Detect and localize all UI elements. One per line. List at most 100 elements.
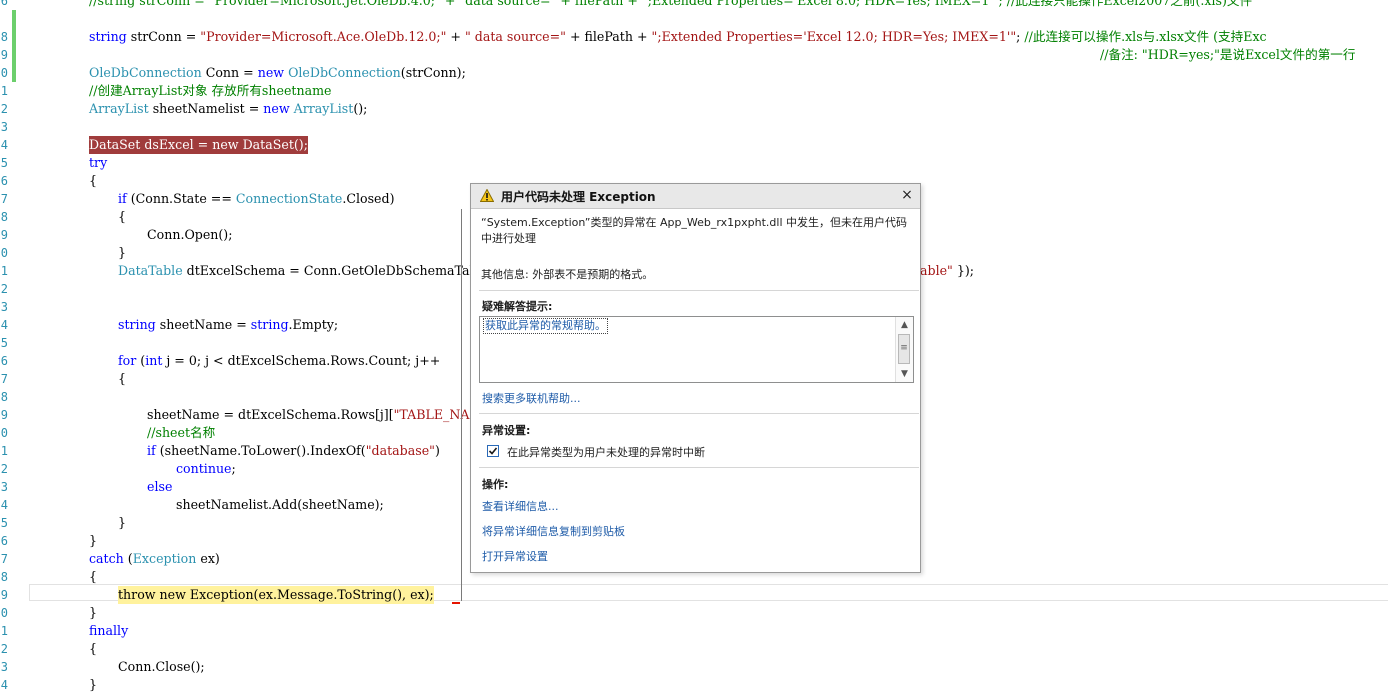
code-text: sheetNamelist.Add(sheetName); bbox=[176, 496, 384, 514]
divider bbox=[479, 290, 919, 291]
line-number: 0 bbox=[0, 606, 8, 620]
tips-scrollbar[interactable]: ▲ ≡ ▼ bbox=[895, 317, 913, 382]
break-on-unhandled-label[interactable]: 在此异常类型为用户未处理的异常时中断 bbox=[507, 444, 705, 460]
code-token: ArrayList bbox=[293, 101, 354, 116]
code-text: //备注: "HDR=yes;"是说Excel文件的第一行 bbox=[1100, 46, 1355, 64]
line-number: 4 bbox=[0, 498, 8, 512]
actions-title: 操作: bbox=[482, 478, 509, 491]
code-token: .Closed) bbox=[342, 191, 395, 206]
code-text: } bbox=[89, 532, 97, 550]
line-number: 9 bbox=[0, 588, 8, 602]
line-number: 2 bbox=[0, 282, 8, 296]
line-number: 4 bbox=[0, 678, 8, 692]
code-token: " data source=" bbox=[464, 29, 566, 44]
code-text: if (Conn.State == ConnectionState.Closed… bbox=[118, 190, 394, 208]
code-text: try bbox=[89, 154, 107, 172]
code-token: try bbox=[89, 155, 108, 170]
code-token: //string strConn = "Provider=Microsoft.J… bbox=[89, 0, 1253, 8]
code-token: } bbox=[89, 605, 98, 620]
view-details-link[interactable]: 查看详细信息... bbox=[482, 498, 559, 514]
code-text: { bbox=[118, 370, 126, 388]
code-token: for bbox=[118, 353, 137, 368]
code-token: OleDbConnection bbox=[89, 65, 202, 80]
line-number: 3 bbox=[0, 660, 8, 674]
code-text: { bbox=[89, 640, 97, 658]
code-token: int bbox=[145, 353, 163, 368]
dialog-title: 用户代码未处理 Exception bbox=[501, 190, 656, 204]
code-text: string strConn = "Provider=Microsoft.Ace… bbox=[89, 28, 1267, 46]
code-token: (strConn); bbox=[400, 65, 466, 80]
code-token: DataSet dsExcel = new DataSet(); bbox=[89, 137, 308, 152]
line-number: 8 bbox=[0, 390, 8, 404]
scroll-down-icon[interactable]: ▼ bbox=[896, 366, 913, 382]
line-number: 7 bbox=[0, 372, 8, 386]
code-token: continue bbox=[176, 461, 232, 476]
line-number: 1 bbox=[0, 84, 8, 98]
close-icon[interactable]: × bbox=[900, 187, 914, 203]
change-tracking-bar bbox=[12, 10, 16, 82]
general-help-link[interactable]: 获取此异常的常规帮助。 bbox=[483, 318, 608, 334]
code-text: //string strConn = "Provider=Microsoft.J… bbox=[89, 0, 1252, 10]
code-token: { bbox=[118, 371, 127, 386]
dialog-title-bar[interactable]: 用户代码未处理 Exception × bbox=[471, 184, 920, 209]
code-token: sheetNamelist.Add(sheetName); bbox=[176, 497, 384, 512]
line-number: 7 bbox=[0, 552, 8, 566]
scroll-thumb[interactable]: ≡ bbox=[898, 334, 910, 364]
code-text: { bbox=[118, 208, 126, 226]
code-token: new bbox=[263, 101, 290, 116]
line-number: 4 bbox=[0, 318, 8, 332]
checkmark-icon bbox=[488, 447, 498, 455]
code-token: //sheet名称 bbox=[147, 425, 216, 440]
code-token: }); bbox=[952, 263, 975, 278]
troubleshooting-title: 疑难解答提示: bbox=[482, 300, 553, 313]
copy-details-link[interactable]: 将异常详细信息复制到剪贴板 bbox=[482, 523, 625, 539]
code-token: } bbox=[118, 245, 127, 260]
code-text: } bbox=[118, 514, 126, 532]
troubleshooting-tips-box[interactable]: 获取此异常的常规帮助。 ▲ ≡ ▼ bbox=[479, 316, 914, 383]
exception-message: “System.Exception”类型的异常在 App_Web_rx1pxph… bbox=[481, 216, 907, 245]
code-token: catch bbox=[89, 551, 124, 566]
code-token: ex) bbox=[196, 551, 220, 566]
scroll-up-icon[interactable]: ▲ bbox=[896, 317, 913, 333]
line-number: 0 bbox=[0, 426, 8, 440]
line-number: 8 bbox=[0, 210, 8, 224]
code-token: ( bbox=[136, 353, 146, 368]
code-text: } bbox=[89, 604, 97, 622]
line-number: 6 bbox=[0, 0, 8, 8]
code-token: ( bbox=[123, 551, 133, 566]
open-exception-settings-link[interactable]: 打开异常设置 bbox=[482, 548, 548, 564]
code-text: } bbox=[118, 244, 126, 262]
code-token: //创建ArrayList对象 存放所有sheetname bbox=[89, 83, 332, 98]
line-number: 9 bbox=[0, 228, 8, 242]
line-number: 4 bbox=[0, 138, 8, 152]
line-number: 3 bbox=[0, 300, 8, 314]
code-token: + bbox=[446, 29, 465, 44]
search-online-help-link[interactable]: 搜索更多联机帮助... bbox=[482, 390, 581, 406]
code-token: ";Extended Properties='Excel 12.0; HDR=Y… bbox=[651, 29, 1017, 44]
code-text: if (sheetName.ToLower().IndexOf("databas… bbox=[147, 442, 440, 460]
code-text: } bbox=[89, 676, 97, 694]
line-number: 0 bbox=[0, 66, 8, 80]
code-text: for (int j = 0; j < dtExcelSchema.Rows.C… bbox=[118, 352, 440, 370]
code-text: DataTable dtExcelSchema = Conn.GetOleDbS… bbox=[118, 262, 478, 280]
warning-icon bbox=[480, 189, 494, 202]
code-token: .Empty; bbox=[288, 317, 339, 332]
line-number: 9 bbox=[0, 408, 8, 422]
exception-assistant-dialog: 用户代码未处理 Exception × “System.Exception”类型… bbox=[470, 183, 921, 573]
callout-line bbox=[461, 209, 462, 601]
line-number: 1 bbox=[0, 264, 8, 278]
code-token: } bbox=[89, 533, 98, 548]
code-token: dtExcelSchema = Conn.GetOleDbSchemaTab bbox=[182, 263, 478, 278]
code-token: { bbox=[89, 569, 98, 584]
code-token: (); bbox=[353, 101, 368, 116]
code-text: continue; bbox=[176, 460, 236, 478]
code-token: else bbox=[147, 479, 173, 494]
code-token: "Provider=Microsoft.Ace.OleDb.12.0;" bbox=[200, 29, 447, 44]
line-number: 6 bbox=[0, 534, 8, 548]
code-token: ConnectionState bbox=[235, 191, 343, 206]
code-token: sheetName = bbox=[155, 317, 251, 332]
code-token: OleDbConnection bbox=[288, 65, 401, 80]
code-token: ArrayList bbox=[89, 101, 149, 116]
code-text: else bbox=[147, 478, 172, 496]
break-on-unhandled-checkbox[interactable] bbox=[487, 445, 499, 457]
